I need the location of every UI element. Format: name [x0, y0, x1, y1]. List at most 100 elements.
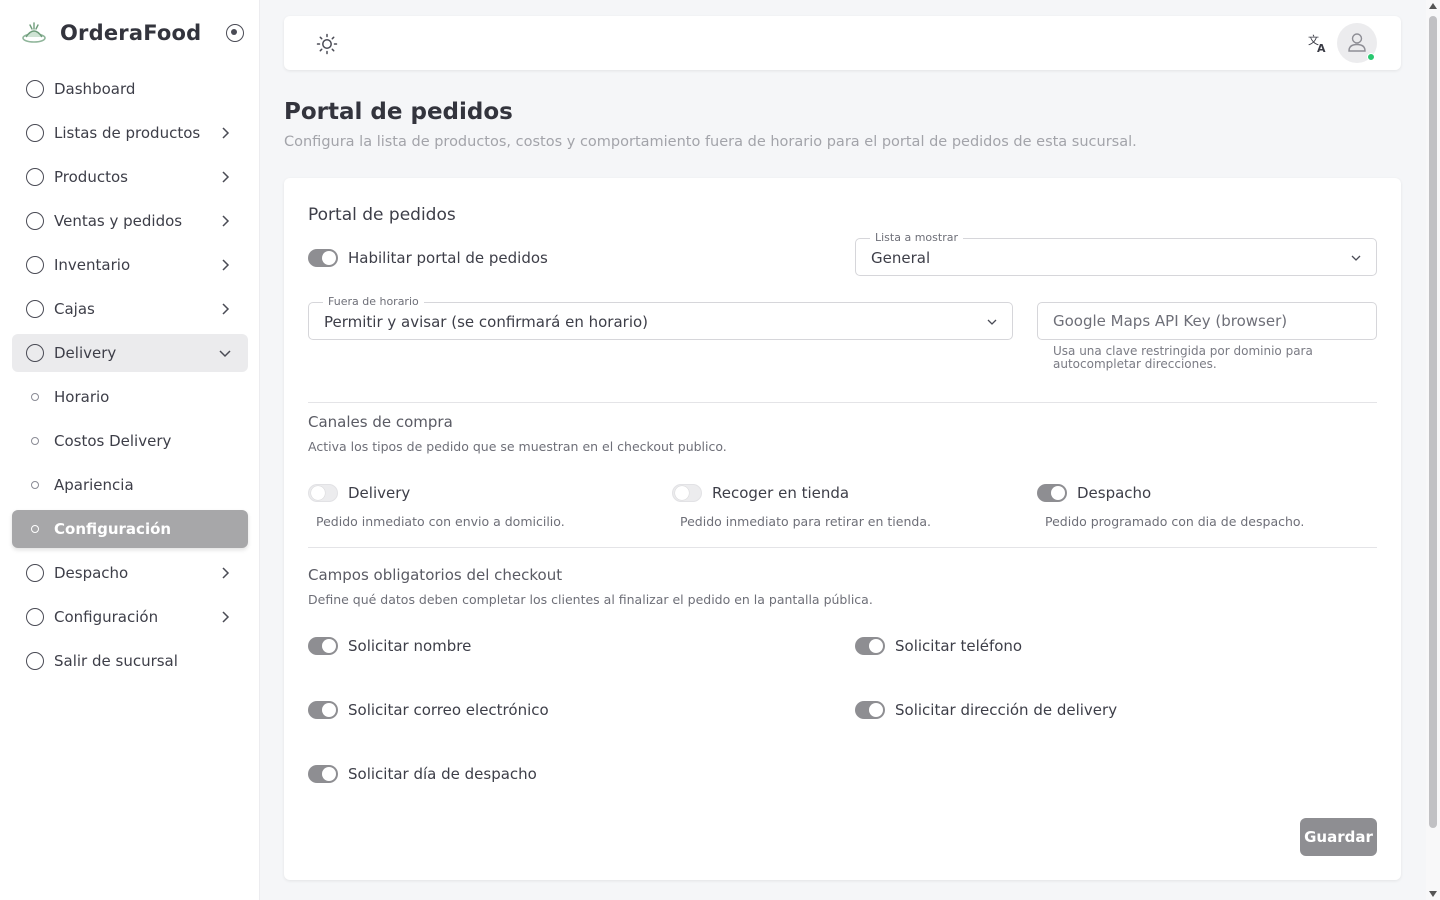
- sidebar: OrderaFood Dashboard Listas de productos…: [0, 0, 260, 900]
- toggle-label: Solicitar correo electrónico: [348, 701, 549, 719]
- toggle-switch[interactable]: [855, 637, 885, 655]
- circle-icon: [26, 168, 44, 186]
- translate-icon[interactable]: 文 A: [1308, 32, 1330, 54]
- channel-delivery-toggle[interactable]: Delivery: [308, 484, 410, 502]
- sidebar-item-label: Dashboard: [54, 80, 136, 98]
- require-dispatch-day-toggle[interactable]: Solicitar día de despacho: [308, 765, 537, 783]
- dot-icon: [31, 437, 39, 445]
- top-bar: 文 A: [284, 16, 1401, 70]
- select-value: General: [871, 249, 931, 267]
- after-hours-select[interactable]: Fuera de horario Permitir y avisar (se c…: [308, 295, 1013, 340]
- sidebar-item-configuracion[interactable]: Configuración: [12, 598, 248, 636]
- brand[interactable]: OrderaFood: [20, 18, 201, 48]
- toggle-switch[interactable]: [855, 701, 885, 719]
- require-address-toggle[interactable]: Solicitar dirección de delivery: [855, 701, 1117, 719]
- save-button[interactable]: Guardar: [1300, 818, 1377, 856]
- scrollbar-thumb[interactable]: [1429, 16, 1437, 828]
- toggle-switch[interactable]: [308, 765, 338, 783]
- sidebar-item-productos[interactable]: Productos: [12, 158, 248, 196]
- sun-icon[interactable]: [316, 33, 338, 55]
- toggle-switch[interactable]: [308, 249, 338, 267]
- sidebar-item-ventas-y-pedidos[interactable]: Ventas y pedidos: [12, 202, 248, 240]
- maps-api-key-field[interactable]: [1037, 302, 1377, 340]
- required-fields-description: Define qué datos deben completar los cli…: [308, 592, 873, 607]
- channel-despacho-toggle[interactable]: Despacho: [1037, 484, 1151, 502]
- chevron-down-icon: [219, 350, 231, 358]
- field-label: Lista a mostrar: [870, 231, 963, 244]
- dot-icon: [31, 481, 39, 489]
- dot-icon: [31, 393, 39, 401]
- scroll-down-arrow-icon[interactable]: [1429, 891, 1437, 897]
- circle-icon: [26, 300, 44, 318]
- sidebar-item-label: Cajas: [54, 300, 95, 318]
- require-name-toggle[interactable]: Solicitar nombre: [308, 637, 471, 655]
- sidebar-item-despacho[interactable]: Despacho: [12, 554, 248, 592]
- sidebar-item-label: Delivery: [54, 344, 117, 362]
- circle-icon: [26, 608, 44, 626]
- sidebar-item-label: Configuración: [54, 608, 159, 626]
- maps-api-key-input[interactable]: [1038, 303, 1376, 339]
- dot-icon: [31, 525, 39, 533]
- toggle-label: Solicitar teléfono: [895, 637, 1023, 655]
- field-label: Fuera de horario: [323, 295, 424, 308]
- sidebar-item-label: Listas de productos: [54, 124, 201, 142]
- sidebar-item-label: Salir de sucursal: [54, 652, 178, 670]
- circle-icon: [26, 256, 44, 274]
- toggle-label: Recoger en tienda: [712, 484, 850, 502]
- sidebar-subitem-horario[interactable]: Horario: [12, 378, 248, 416]
- portal-settings-card: Portal de pedidos Habilitar portal de pe…: [284, 178, 1401, 880]
- sidebar-item-listas-de-productos[interactable]: Listas de productos: [12, 114, 248, 152]
- chevron-right-icon: [222, 215, 230, 227]
- sidebar-item-salir-de-sucursal[interactable]: Salir de sucursal: [12, 642, 248, 680]
- sidebar-item-dashboard[interactable]: Dashboard: [12, 70, 248, 108]
- channel-description: Pedido programado con dia de despacho.: [1045, 514, 1305, 529]
- toggle-switch[interactable]: [1037, 484, 1067, 502]
- toggle-switch[interactable]: [308, 637, 338, 655]
- scroll-up-arrow-icon[interactable]: [1429, 3, 1437, 9]
- chevron-down-icon: [1351, 255, 1361, 261]
- enable-portal-toggle[interactable]: Habilitar portal de pedidos: [308, 249, 548, 267]
- chevron-right-icon: [222, 171, 230, 183]
- card-title: Portal de pedidos: [308, 205, 456, 225]
- require-phone-toggle[interactable]: Solicitar teléfono: [855, 637, 1022, 655]
- sidebar-collapse-button[interactable]: [226, 24, 244, 42]
- sidebar-subitem-apariencia[interactable]: Apariencia: [12, 466, 248, 504]
- toggle-switch[interactable]: [672, 484, 702, 502]
- divider: [308, 547, 1377, 548]
- toggle-switch[interactable]: [308, 701, 338, 719]
- toggle-label: Habilitar portal de pedidos: [348, 249, 548, 267]
- sidebar-item-inventario[interactable]: Inventario: [12, 246, 248, 284]
- avatar[interactable]: [1337, 23, 1377, 63]
- sidebar-item-label: Ventas y pedidos: [54, 212, 183, 230]
- sidebar-item-delivery[interactable]: Delivery: [12, 334, 248, 372]
- sidebar-subitem-costos-delivery[interactable]: Costos Delivery: [12, 422, 248, 460]
- chevron-right-icon: [222, 259, 230, 271]
- toggle-label: Despacho: [1077, 484, 1152, 502]
- toggle-switch[interactable]: [308, 484, 338, 502]
- channel-pickup-toggle[interactable]: Recoger en tienda: [672, 484, 849, 502]
- sidebar-subitem-configuracion[interactable]: Configuración: [12, 510, 248, 548]
- toggle-label: Delivery: [348, 484, 411, 502]
- chevron-down-icon: [987, 319, 997, 325]
- brand-name: OrderaFood: [60, 21, 202, 45]
- circle-icon: [26, 124, 44, 142]
- channel-description: Pedido inmediato para retirar en tienda.: [680, 514, 931, 529]
- circle-icon: [26, 564, 44, 582]
- sidebar-item-label: Despacho: [54, 564, 129, 582]
- channels-title: Canales de compra: [308, 413, 453, 431]
- sidebar-item-cajas[interactable]: Cajas: [12, 290, 248, 328]
- sidebar-item-label: Inventario: [54, 256, 131, 274]
- sidebar-item-label: Horario: [54, 388, 110, 406]
- page-title: Portal de pedidos: [284, 99, 513, 125]
- required-fields-title: Campos obligatorios del checkout: [308, 566, 563, 584]
- product-list-select[interactable]: Lista a mostrar General: [855, 231, 1377, 276]
- toggle-label: Solicitar nombre: [348, 637, 472, 655]
- circle-icon: [26, 212, 44, 230]
- chevron-right-icon: [222, 611, 230, 623]
- channel-description: Pedido inmediato con envio a domicilio.: [316, 514, 565, 529]
- page-scrollbar[interactable]: [1426, 0, 1440, 900]
- require-email-toggle[interactable]: Solicitar correo electrónico: [308, 701, 549, 719]
- online-status-badge: [1367, 53, 1375, 61]
- chevron-right-icon: [222, 303, 230, 315]
- select-value: Permitir y avisar (se confirmará en hora…: [324, 313, 649, 331]
